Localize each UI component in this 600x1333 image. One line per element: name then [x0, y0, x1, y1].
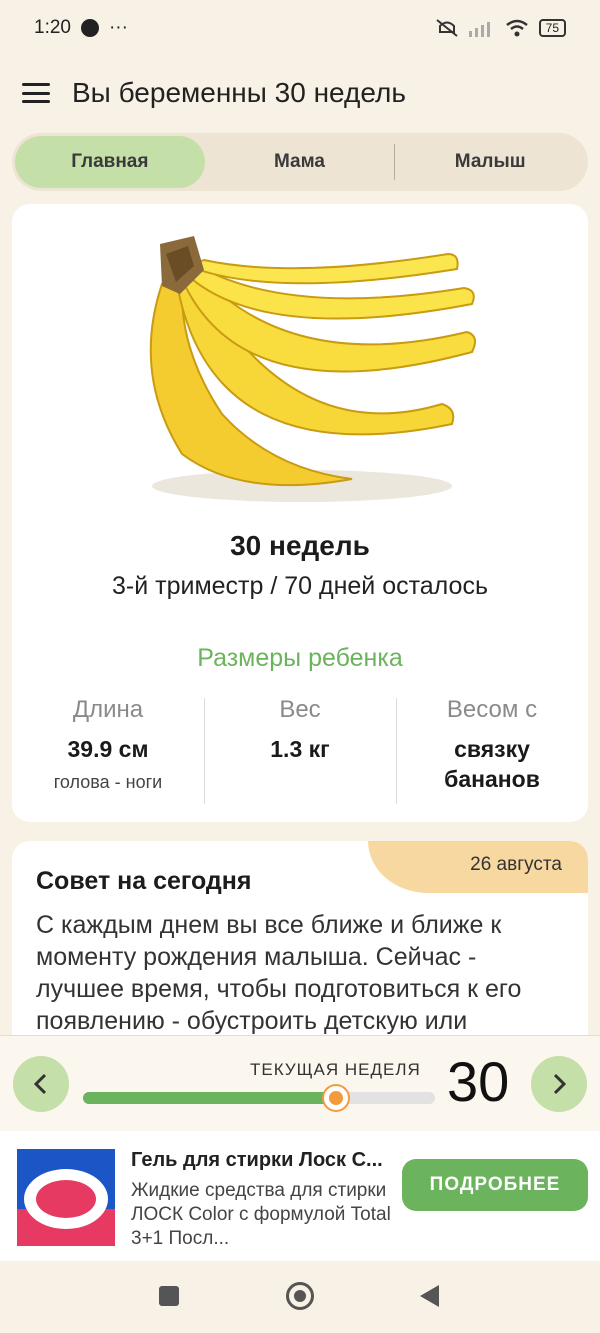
tip-title: Совет на сегодня — [36, 867, 252, 895]
tab-bar: Главная Мама Малыш — [12, 133, 588, 191]
baby-stats: Длина 39.9 см голова - ноги Вес 1.3 кг В… — [12, 696, 588, 804]
stat-comparison: Весом с связку бананов — [396, 696, 588, 804]
stat-length-sub: голова - ноги — [53, 772, 163, 792]
baby-sizes-title: Размеры ребенка — [197, 644, 403, 672]
stat-weight-value: 1.3 кг — [270, 736, 330, 762]
tip-date-badge: 26 августа — [368, 841, 588, 893]
chevron-left-icon — [33, 1073, 47, 1095]
tab-mama[interactable]: Мама — [205, 136, 395, 188]
week-progress-track[interactable] — [83, 1086, 435, 1110]
current-week-label: ТЕКУЩАЯ НЕДЕЛЯ — [250, 1060, 421, 1079]
wifi-icon — [505, 19, 528, 37]
daily-tip-card[interactable]: 26 августа Совет на сегодня С каждым дне… — [12, 841, 588, 1041]
battery-icon: 75 — [538, 19, 566, 37]
stat-length: Длина 39.9 см голова - ноги — [12, 696, 204, 794]
stat-weight-label: Вес — [279, 696, 321, 723]
ad-logo — [17, 1149, 115, 1246]
tab-home[interactable]: Главная — [15, 136, 205, 188]
week-summary-card: 30 недель 3-й триместр / 70 дней осталос… — [12, 204, 588, 822]
next-week-button[interactable] — [531, 1056, 587, 1112]
notification-dot-icon — [80, 19, 99, 37]
stat-comparison-label: Весом с — [446, 696, 538, 723]
stat-length-label: Длина — [72, 696, 144, 723]
status-left: 1:20 ··· — [34, 17, 128, 39]
week-selector: ТЕКУЩАЯ НЕДЕЛЯ 30 — [0, 1035, 600, 1131]
previous-week-button[interactable] — [13, 1056, 69, 1112]
mute-icon — [436, 19, 458, 37]
status-right: 75 — [435, 18, 566, 38]
back-button[interactable] — [420, 1285, 439, 1307]
week-progress-fill — [83, 1092, 337, 1104]
banana-image — [149, 236, 477, 502]
week-title: 30 недель — [230, 530, 370, 561]
app-bar: Вы беременны 30 недель — [0, 62, 600, 124]
ad-title: Гель для стирки Лоск С... — [131, 1149, 383, 1171]
trimester-text: 3-й триместр / 70 дней осталось — [112, 572, 488, 600]
stat-comparison-value: связку бананов — [444, 736, 540, 792]
signal-icon — [468, 22, 490, 37]
tab-baby[interactable]: Малыш — [395, 136, 585, 188]
menu-icon[interactable] — [22, 83, 50, 103]
tip-text: С каждым днем вы все ближе и ближе к мом… — [36, 911, 522, 1035]
status-bar: 1:20 ··· 75 — [0, 0, 600, 56]
stat-length-value: 39.9 см — [67, 736, 149, 762]
week-progress-thumb[interactable] — [324, 1086, 349, 1110]
stat-weight: Вес 1.3 кг — [204, 696, 396, 804]
page-title: Вы беременны 30 недель — [72, 77, 406, 108]
status-time: 1:20 — [34, 17, 71, 38]
current-week-number: 30 — [447, 1050, 510, 1113]
home-button[interactable] — [286, 1282, 314, 1310]
ad-more-button[interactable]: ПОДРОБНЕЕ — [402, 1159, 588, 1211]
system-navigation-bar — [0, 1261, 600, 1333]
ad-description: Жидкие средства для стирки ЛОСК Color с … — [131, 1180, 391, 1249]
chevron-right-icon — [553, 1073, 567, 1095]
more-notifications-icon: ··· — [108, 17, 128, 38]
recent-apps-button[interactable] — [159, 1286, 179, 1306]
ad-banner[interactable]: Гель для стирки Лоск С... Жидкие средств… — [0, 1131, 600, 1261]
